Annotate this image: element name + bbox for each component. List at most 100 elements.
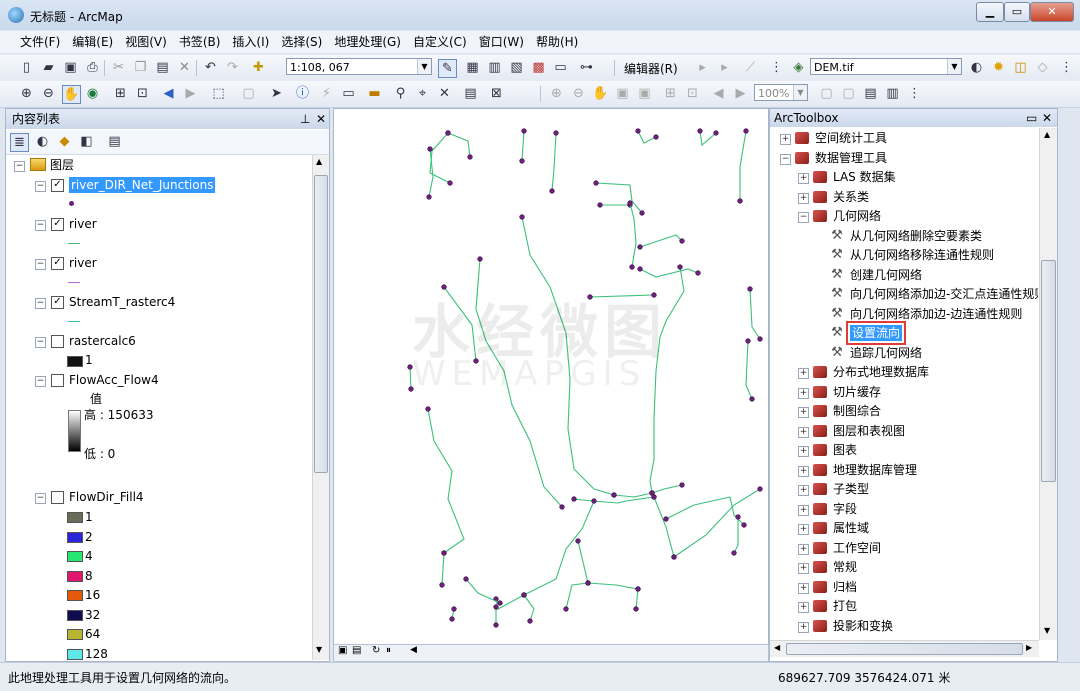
- toolbox-item-7[interactable]: 创建几何网络: [850, 267, 922, 283]
- chevron-down-icon[interactable]: ▼: [947, 59, 961, 74]
- select-features-icon[interactable]: ⬚: [210, 85, 227, 102]
- find-route-icon[interactable]: ⌖: [414, 85, 431, 102]
- expand-icon[interactable]: +: [798, 426, 809, 438]
- layout-view-icon[interactable]: ▤: [352, 645, 361, 656]
- toolbox-item-25[interactable]: 投影和变换: [833, 618, 893, 634]
- change-layout-icon[interactable]: ▤: [862, 85, 879, 102]
- fixed-zoom-in-icon[interactable]: ⊞: [112, 85, 129, 102]
- toolbox-item-9[interactable]: 向几何网络添加边-边连通性规则: [850, 306, 1022, 322]
- layer-name[interactable]: StreamT_rasterc4: [69, 294, 175, 310]
- close-icon[interactable]: ✕: [1042, 109, 1052, 127]
- maximize-button[interactable]: ▭: [1004, 2, 1030, 22]
- select-elements-icon[interactable]: ➤: [268, 85, 285, 102]
- find-icon[interactable]: ⚲: [392, 85, 409, 102]
- layer-visibility-checkbox[interactable]: [51, 491, 64, 504]
- layout-zoom-combo[interactable]: 100% ▼: [754, 84, 808, 101]
- toolbox-item-18[interactable]: 子类型: [833, 481, 869, 497]
- pan-icon[interactable]: ✋: [62, 85, 81, 104]
- data-driven-pages-icon[interactable]: ▥: [884, 85, 901, 102]
- toolbox-item-5[interactable]: 从几何网络删除空要素类: [850, 228, 982, 244]
- toggle-draft-icon[interactable]: ▢: [818, 85, 835, 102]
- layout-fixed-in-icon[interactable]: ⊞: [662, 85, 679, 102]
- list-by-drawing-order-icon[interactable]: ≣: [10, 133, 29, 152]
- undo-icon[interactable]: ↶: [202, 59, 219, 76]
- layout-fixed-out-icon[interactable]: ⊡: [684, 85, 701, 102]
- toolbox-hscrollbar[interactable]: ◀ ▶: [770, 640, 1039, 657]
- layer-name[interactable]: rastercalc6: [69, 333, 136, 349]
- menu-item-3[interactable]: 书签(B): [173, 31, 227, 53]
- expand-icon[interactable]: +: [798, 582, 809, 594]
- toolbox-item-20[interactable]: 属性域: [833, 520, 869, 536]
- goto-xy-icon[interactable]: ✕: [436, 85, 453, 102]
- search-window-icon[interactable]: ▧: [508, 59, 525, 76]
- zoom-in-icon[interactable]: ⊕: [18, 85, 35, 102]
- scroll-left-icon[interactable]: ◀: [774, 643, 780, 652]
- editor-menu[interactable]: 编辑器(R): [624, 60, 678, 77]
- layer-visibility-checkbox[interactable]: ✓: [51, 257, 64, 270]
- add-data-icon[interactable]: ✚: [250, 59, 267, 76]
- zoom-out-icon[interactable]: ⊖: [40, 85, 57, 102]
- layer-combo[interactable]: DEM.tif ▼: [810, 58, 962, 75]
- forward-extent-icon[interactable]: ▶: [182, 85, 199, 102]
- expand-icon[interactable]: +: [798, 368, 809, 379]
- expand-icon[interactable]: +: [798, 465, 809, 477]
- overflow-icon[interactable]: ⋮: [768, 59, 785, 76]
- toc-scrollbar[interactable]: ▲ ▼: [312, 155, 329, 660]
- layout-pan-icon[interactable]: ✋: [592, 85, 609, 102]
- straight-segment-icon[interactable]: ⟋: [742, 59, 759, 76]
- toolbox-item-16[interactable]: 图表: [833, 442, 857, 458]
- list-by-source-icon[interactable]: ◐: [34, 133, 51, 150]
- print-icon[interactable]: ⎙: [84, 59, 101, 76]
- focus-data-frame-icon[interactable]: ▢: [840, 85, 857, 102]
- toolbox-item-11[interactable]: 追踪几何网络: [850, 345, 922, 361]
- collapse-icon[interactable]: −: [35, 220, 46, 231]
- layer-visibility-checkbox[interactable]: ✓: [51, 218, 64, 231]
- expand-icon[interactable]: +: [798, 504, 809, 516]
- collapse-icon[interactable]: −: [35, 376, 46, 387]
- zoom-whole-page-icon[interactable]: ▣: [614, 85, 631, 102]
- identify-icon[interactable]: ⓘ: [294, 85, 311, 102]
- full-extent-icon[interactable]: ◉: [84, 85, 101, 102]
- redo-icon[interactable]: ↷: [224, 59, 241, 76]
- list-by-visibility-icon[interactable]: ◆: [56, 133, 73, 150]
- toolbox-item-23[interactable]: 归档: [833, 579, 857, 595]
- edit-tool-icon[interactable]: ▸: [694, 59, 711, 76]
- layer-name[interactable]: river_DIR_Net_Junctions: [69, 177, 216, 193]
- cut-icon[interactable]: ✂: [110, 59, 127, 76]
- clear-selection-icon[interactable]: ▢: [240, 85, 257, 102]
- scroll-right-icon[interactable]: ▶: [1026, 643, 1032, 652]
- minimize-button[interactable]: ▁: [976, 2, 1004, 22]
- expand-icon[interactable]: +: [798, 446, 809, 457]
- layer-visibility-checkbox[interactable]: ✓: [51, 296, 64, 309]
- toolbox-item-8[interactable]: 向几何网络添加边-交汇点连通性规则: [850, 286, 1038, 302]
- toc-scroll-thumb[interactable]: [314, 175, 328, 473]
- refresh-icon[interactable]: ↻: [372, 645, 380, 656]
- open-folder-icon[interactable]: ▰: [40, 59, 57, 76]
- toolbox-item-24[interactable]: 打包: [833, 598, 857, 614]
- menu-item-8[interactable]: 窗口(W): [473, 31, 530, 53]
- expand-icon[interactable]: +: [798, 602, 809, 613]
- contrast-icon[interactable]: ◐: [968, 59, 985, 76]
- menu-item-4[interactable]: 插入(I): [226, 31, 275, 53]
- map-scale-combo[interactable]: 1:108, 067 ▼: [286, 58, 432, 75]
- html-popup-icon[interactable]: ▭: [340, 85, 357, 102]
- time-slider-icon[interactable]: ▤: [462, 85, 479, 102]
- chevron-down-icon[interactable]: ▼: [793, 85, 807, 100]
- effects-icon[interactable]: ◫: [1012, 59, 1029, 76]
- toolbox-item-21[interactable]: 工作空间: [833, 540, 881, 556]
- layer-name[interactable]: FlowDir_Fill4: [69, 489, 144, 505]
- menu-item-7[interactable]: 自定义(C): [407, 31, 473, 53]
- scroll-down-icon[interactable]: ▼: [316, 645, 322, 654]
- expand-icon[interactable]: +: [798, 192, 809, 204]
- expand-icon[interactable]: +: [798, 543, 809, 555]
- layer-name[interactable]: river: [69, 216, 97, 232]
- toolbox-item-10[interactable]: 设置流向: [845, 321, 907, 345]
- brightness-icon[interactable]: ✹: [990, 59, 1007, 76]
- pin-icon[interactable]: ⊥: [300, 109, 310, 129]
- scroll-up-icon[interactable]: ▲: [1044, 130, 1050, 139]
- close-button[interactable]: ✕: [1030, 2, 1074, 22]
- close-icon[interactable]: ✕: [316, 109, 326, 129]
- toolbox-item-3[interactable]: 关系类: [833, 189, 869, 205]
- expand-icon[interactable]: +: [780, 134, 791, 145]
- map-view[interactable]: 水经微图 WEMAPGIS: [333, 108, 769, 646]
